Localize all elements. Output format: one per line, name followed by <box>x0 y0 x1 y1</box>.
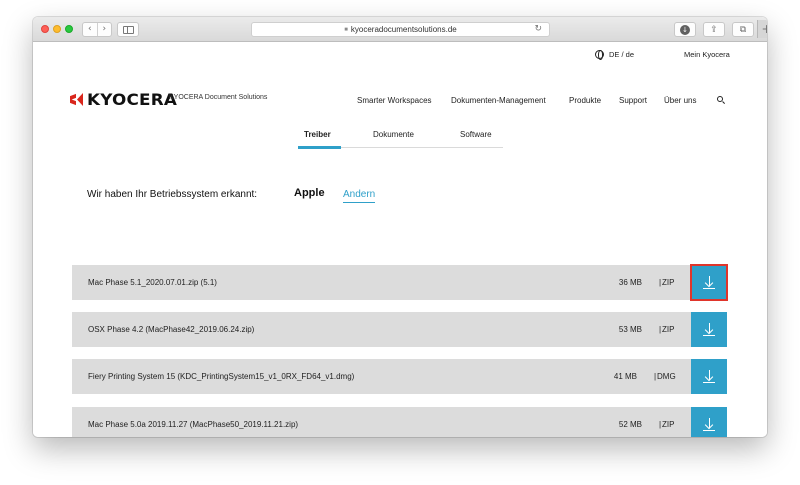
tabs-icon: ⧉ <box>739 24 747 35</box>
address-bar[interactable]: ■ kyoceradocumentsolutions.de ↻ <box>251 22 550 37</box>
history-nav: ‹ › <box>82 22 112 37</box>
downloads-button[interactable]: ↓ <box>674 22 696 37</box>
forward-button[interactable]: › <box>98 23 112 36</box>
tab-treiber[interactable]: Treiber <box>304 130 331 139</box>
tab-software[interactable]: Software <box>460 130 492 139</box>
browser-window: ‹ › ■ kyoceradocumentsolutions.de ↻ ↓ ⇪ … <box>33 17 767 437</box>
file-size: 36 MB <box>618 278 642 287</box>
detected-os: Apple <box>294 187 325 199</box>
download-row: OSX Phase 4.2 (MacPhase42_2019.06.24.zip… <box>72 312 692 347</box>
os-detection-text: Wir haben Ihr Betriebssystem erkannt: <box>87 189 258 200</box>
active-tab-indicator <box>298 146 341 149</box>
file-name: Mac Phase 5.0a 2019.11.27 (MacPhase50_20… <box>88 420 299 429</box>
search-icon[interactable] <box>717 96 725 104</box>
file-type: ZIP <box>662 325 675 334</box>
share-icon: ⇪ <box>710 24 718 35</box>
separator: | <box>654 372 657 381</box>
new-tab-button[interactable]: + <box>757 20 767 38</box>
file-name: Mac Phase 5.1_2020.07.01.zip (5.1) <box>88 278 217 287</box>
nav-ueber-uns[interactable]: Über uns <box>664 96 696 105</box>
file-size: 53 MB <box>618 325 642 334</box>
globe-icon <box>595 50 604 60</box>
kyocera-logo-mark-icon <box>70 93 84 106</box>
sidebar-toggle-button[interactable] <box>117 22 139 37</box>
language-label: DE / de <box>609 50 635 59</box>
download-row: Fiery Printing System 15 (KDC_PrintingSy… <box>72 359 692 394</box>
brand-subtitle: KYOCERA Document Solutions <box>169 94 268 101</box>
close-window-button[interactable] <box>41 25 49 33</box>
show-tabs-button[interactable]: ⧉ <box>732 22 754 37</box>
download-arrow-icon <box>703 418 715 431</box>
tab-dokumente[interactable]: Dokumente <box>373 130 414 139</box>
lock-icon: ■ <box>344 26 348 33</box>
download-button[interactable] <box>691 407 727 437</box>
separator: | <box>659 325 662 334</box>
browser-toolbar: ‹ › ■ kyoceradocumentsolutions.de ↻ ↓ ⇪ … <box>33 17 767 42</box>
file-name: OSX Phase 4.2 (MacPhase42_2019.06.24.zip… <box>88 325 255 334</box>
kyocera-logo[interactable]: KYOCERA <box>70 90 177 109</box>
file-type: DMG <box>657 372 676 381</box>
download-button[interactable] <box>690 264 728 301</box>
reload-icon[interactable]: ↻ <box>534 24 542 34</box>
share-button[interactable]: ⇪ <box>703 22 725 37</box>
file-size: 41 MB <box>613 372 637 381</box>
nav-support[interactable]: Support <box>619 96 647 105</box>
download-arrow-icon <box>703 276 715 289</box>
separator: | <box>659 278 662 287</box>
minimize-window-button[interactable] <box>53 25 61 33</box>
nav-produkte[interactable]: Produkte <box>569 96 601 105</box>
language-selector[interactable]: DE / de <box>595 50 635 60</box>
change-os-link[interactable]: Andern <box>343 189 376 203</box>
nav-dokumenten-management[interactable]: Dokumenten-Management <box>451 96 546 105</box>
file-type: ZIP <box>662 278 675 287</box>
sidebar-icon <box>122 25 134 34</box>
web-page: DE / de Mein Kyocera KYOCERA KYOCERA Doc… <box>33 43 767 437</box>
address-url: kyoceradocumentsolutions.de <box>350 25 457 34</box>
download-button[interactable] <box>691 312 727 347</box>
nav-smarter-workspaces[interactable]: Smarter Workspaces <box>357 96 432 105</box>
download-row: Mac Phase 5.0a 2019.11.27 (MacPhase50_20… <box>72 407 692 437</box>
back-button[interactable]: ‹ <box>83 23 98 36</box>
file-type: ZIP <box>662 420 675 429</box>
download-button[interactable] <box>691 359 727 394</box>
account-link[interactable]: Mein Kyocera <box>684 50 730 59</box>
separator: | <box>659 420 662 429</box>
file-size: 52 MB <box>618 420 642 429</box>
download-icon: ↓ <box>680 24 690 35</box>
logo-wordmark: KYOCERA <box>87 90 178 109</box>
download-arrow-icon <box>703 323 715 336</box>
file-name: Fiery Printing System 15 (KDC_PrintingSy… <box>88 372 355 381</box>
zoom-window-button[interactable] <box>65 25 73 33</box>
download-arrow-icon <box>703 370 715 383</box>
download-row: Mac Phase 5.1_2020.07.01.zip (5.1) 36 MB… <box>72 265 692 300</box>
